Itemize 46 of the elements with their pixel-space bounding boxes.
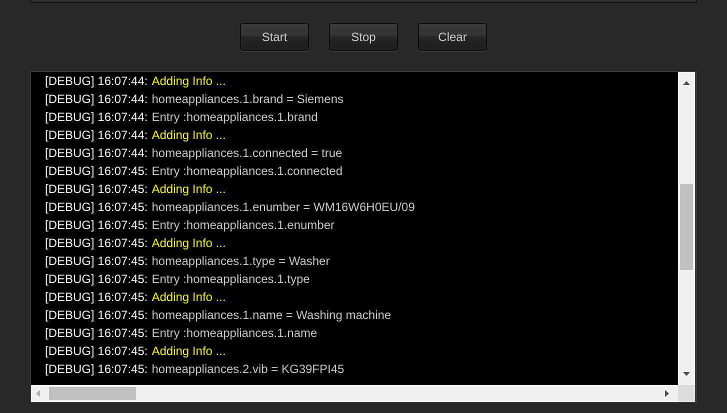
log-message: Entry :homeappliances.1.name (152, 326, 318, 340)
scrollbar-corner (678, 385, 695, 402)
log-message: Entry :homeappliances.1.connected (152, 164, 343, 178)
log-message: Adding Info ... (152, 182, 226, 196)
log-prefix: [DEBUG] 16:07:45: (45, 164, 148, 178)
log-prefix: [DEBUG] 16:07:45: (45, 182, 148, 196)
log-message: homeappliances.2.vib = KG39FPI45 (152, 362, 344, 376)
log-prefix: [DEBUG] 16:07:45: (45, 236, 148, 250)
log-message: homeappliances.1.connected = true (152, 146, 342, 160)
scroll-up-icon[interactable] (683, 81, 690, 85)
scroll-left-icon[interactable] (36, 390, 40, 397)
scroll-right-icon[interactable] (665, 390, 669, 397)
log-message: homeappliances.1.enumber = WM16W6H0EU/09 (152, 200, 415, 214)
button[interactable]: Start (240, 23, 309, 51)
log-prefix: [DEBUG] 16:07:45: (45, 326, 148, 340)
scrollbar-thumb[interactable] (49, 387, 136, 400)
log-message: Adding Info ... (152, 290, 226, 304)
log-prefix: [DEBUG] 16:07:44: (45, 146, 148, 160)
log-message: homeappliances.1.type = Washer (152, 254, 330, 268)
button[interactable]: Stop (329, 23, 398, 51)
log-message: Entry :homeappliances.1.enumber (152, 218, 335, 232)
log-prefix: [DEBUG] 16:07:45: (45, 254, 148, 268)
log-message: homeappliances.1.name = Washing machine (152, 308, 392, 322)
log-message: Entry :homeappliances.1.brand (152, 110, 318, 124)
log-prefix: [DEBUG] 16:07:45: (45, 308, 148, 322)
log-message: Entry :homeappliances.1.type (152, 272, 310, 286)
log-message: Adding Info ... (152, 344, 226, 358)
button[interactable]: Clear (418, 23, 487, 51)
log-prefix: [DEBUG] 16:07:44: (45, 128, 148, 142)
log-message: Adding Info ... (152, 128, 226, 142)
log-prefix: [DEBUG] 16:07:44: (45, 74, 148, 88)
log-prefix: [DEBUG] 16:07:45: (45, 290, 148, 304)
log-prefix: [DEBUG] 16:07:45: (45, 344, 148, 358)
log-prefix: [DEBUG] 16:07:44: (45, 92, 148, 106)
log-message: homeappliances.1.brand = Siemens (152, 92, 344, 106)
scrollbar-thumb[interactable] (680, 184, 693, 270)
scroll-down-icon[interactable] (683, 372, 690, 376)
vertical-scrollbar[interactable] (678, 72, 695, 385)
log-prefix: [DEBUG] 16:07:45: (45, 218, 148, 232)
log-prefix: [DEBUG] 16:07:45: (45, 272, 148, 286)
log-prefix: [DEBUG] 16:07:45: (45, 200, 148, 214)
log-prefix: [DEBUG] 16:07:44: (45, 110, 148, 124)
log-prefix: [DEBUG] 16:07:45: (45, 362, 148, 376)
horizontal-scrollbar[interactable] (31, 385, 678, 402)
log-message: Adding Info ... (152, 74, 226, 88)
log-message: Adding Info ... (152, 236, 226, 250)
